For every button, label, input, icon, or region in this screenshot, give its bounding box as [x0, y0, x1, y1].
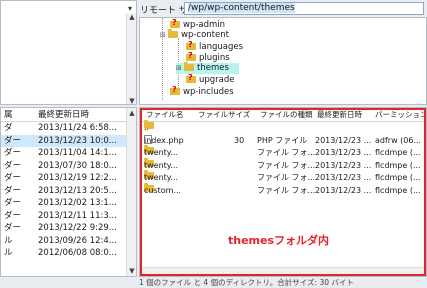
tree-item-wp-content[interactable]: ⊟ wp-content	[160, 29, 229, 41]
table-row[interactable]: custom... ファイル フォ... 2013/12/23 ... flcd…	[140, 182, 426, 198]
list-item[interactable]: ダ 2013/11/24 6:58...	[1, 122, 136, 135]
chevron-down-icon[interactable]: ▾	[128, 4, 132, 13]
column-header-filename[interactable]: ファイル名	[146, 108, 184, 122]
tree-item-plugins[interactable]: ? plugins	[186, 51, 230, 63]
column-header-filesize[interactable]: ファイルサイズ	[198, 108, 250, 122]
tree-item-wp-admin[interactable]: ? wp-admin	[170, 18, 225, 30]
list-item[interactable]: ダー 2013/12/23 10:0...	[1, 134, 136, 147]
remote-list-header: ファイル名 ファイルサイズ ファイルの種類 最終更新日時 パーミッション	[140, 108, 426, 122]
list-item[interactable]: ル 2012/06/08 08:0...	[1, 247, 136, 260]
scroll-down-icon[interactable]: ▼	[127, 267, 136, 275]
remote-site-bar: リモート サイト: /wp/wp-content/themes	[139, 2, 427, 16]
local-tree-pane[interactable]: ▾ ▲ ▼	[0, 0, 137, 105]
annotation-label: themesフォルダ内	[228, 234, 330, 247]
unknown-folder-icon: ?	[186, 40, 196, 50]
tree-item-wp-includes[interactable]: ? wp-includes	[170, 85, 234, 97]
table-row[interactable]: index.php 30 PHP ファイル 2013/12/23 ... adf…	[140, 134, 426, 148]
column-header-modified[interactable]: 最終更新日時	[317, 108, 362, 122]
folder-icon	[184, 62, 194, 71]
table-row[interactable]: twenty... ファイル フォ... 2013/12/23 ... flcd…	[140, 145, 426, 160]
tree-item-upgrade[interactable]: ? upgrade	[186, 73, 235, 85]
scroll-down-icon[interactable]: ▼	[127, 97, 136, 104]
remote-tree-pane[interactable]: ? wp-admin ⊟ wp-content ? languages ? plugin…	[139, 17, 427, 105]
local-file-list[interactable]: 属 最終更新日時 ダ 2013/11/24 6:58... ダー 2013/12/2…	[0, 107, 137, 277]
list-item[interactable]: ダー 2013/07/30 18:0...	[1, 160, 136, 173]
unknown-folder-icon: ?	[186, 73, 196, 83]
status-bar: 1 個のファイル と 4 個のディレクトリ。合計サイズ: 30 バイト	[139, 278, 354, 287]
list-item[interactable]: ダー 2013/12/19 12:2...	[1, 172, 136, 185]
scroll-up-icon[interactable]: ▲	[127, 13, 136, 21]
column-header-attr[interactable]: 属	[4, 108, 13, 122]
local-list-header: 属 最終更新日時	[1, 108, 136, 122]
local-list-scrollbar[interactable]: ▲ ▼	[126, 108, 136, 276]
remote-file-list[interactable]: ファイル名 ファイルサイズ ファイルの種類 最終更新日時 パーミッション .. …	[139, 107, 427, 277]
tree-item-themes[interactable]: ⊞ themes	[176, 62, 239, 74]
table-row[interactable]: twenty... ファイル フォ... 2013/12/23 ... flcd…	[140, 157, 426, 173]
column-header-modified[interactable]: 最終更新日時	[38, 108, 89, 122]
list-item[interactable]: ル 2013/09/26 12:4...	[1, 235, 136, 248]
unknown-folder-icon: ?	[170, 85, 180, 95]
unknown-folder-icon: ?	[186, 51, 196, 61]
local-tree-scrollbar[interactable]: ▲ ▼	[126, 13, 136, 104]
column-header-filetype[interactable]: ファイルの種類	[260, 108, 313, 122]
column-header-permission[interactable]: パーミッション	[375, 108, 426, 122]
expand-icon[interactable]: ⊞	[176, 63, 184, 74]
scroll-up-icon[interactable]: ▲	[127, 109, 136, 117]
tree-item-languages[interactable]: ? languages	[186, 40, 243, 52]
folder-icon	[168, 29, 178, 38]
remote-path-value: /wp/wp-content/themes	[188, 3, 295, 13]
list-item[interactable]: ダー 2013/12/22 9:29...	[1, 222, 136, 235]
list-item[interactable]: ダー 2013/12/02 13:1...	[1, 197, 136, 210]
remote-list-hscrollbar[interactable]	[140, 267, 426, 276]
remote-path-field[interactable]: /wp/wp-content/themes	[184, 2, 424, 15]
table-row[interactable]: ..	[140, 120, 426, 135]
list-item[interactable]: ダー 2013/12/11 11:3...	[1, 210, 136, 223]
collapse-icon[interactable]: ⊟	[160, 30, 168, 41]
table-row[interactable]: twenty... ファイル フォ... 2013/12/23 ... flcd…	[140, 170, 426, 185]
list-item[interactable]: ダー 2013/12/13 20:5...	[1, 185, 136, 198]
list-item[interactable]: ダー 2013/11/04 14:1...	[1, 147, 136, 160]
unknown-folder-icon: ?	[170, 18, 180, 28]
